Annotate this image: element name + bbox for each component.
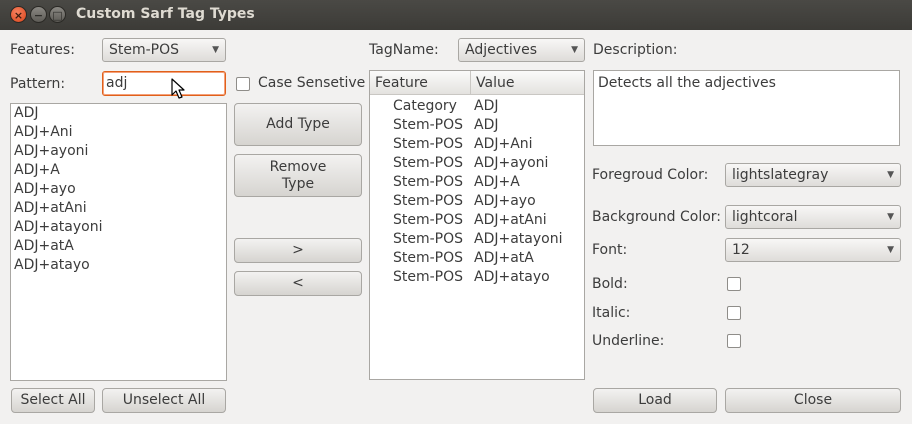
column-header-feature[interactable]: Feature [370,71,470,95]
table-cell-value: ADJ+atAni [474,212,547,228]
table-cell-feature: Category [393,98,457,114]
window-title: Custom Sarf Tag Types [76,6,255,22]
table-header: Feature Value [370,71,584,95]
move-right-button[interactable]: > [234,238,362,263]
table-row[interactable]: Stem-POS ADJ+atayo [370,268,584,287]
table-cell-value: ADJ+ayoni [474,155,549,171]
list-item[interactable]: ADJ+ayo [11,180,226,199]
remove-type-button[interactable]: Remove Type [234,154,362,197]
description-value: Detects all the adjectives [598,75,776,91]
foreground-color-label: Foregroud Color: [592,167,709,183]
bold-label: Bold: [592,276,628,292]
table-cell-feature: Stem-POS [393,136,464,152]
case-sensitive-checkbox[interactable] [236,77,250,91]
underline-checkbox[interactable] [727,334,741,348]
table-row[interactable]: Stem-POS ADJ+ayoni [370,154,584,173]
table-cell-feature: Stem-POS [393,193,464,209]
tagname-label: TagName: [369,42,439,58]
table-cell-value: ADJ+atayoni [474,231,563,247]
background-color-value: lightcoral [732,209,798,225]
close-button[interactable]: Close [725,388,901,413]
font-size-value: 12 [732,242,750,258]
font-label: Font: [592,242,628,258]
table-row[interactable]: Stem-POS ADJ+atayoni [370,230,584,249]
table-cell-feature: Stem-POS [393,231,464,247]
bold-checkbox[interactable] [727,277,741,291]
description-textarea[interactable]: Detects all the adjectives [593,70,900,146]
table-cell-feature: Stem-POS [393,174,464,190]
list-item[interactable]: ADJ+atA [11,237,226,256]
pattern-results-list[interactable]: ADJ ADJ+Ani ADJ+ayoni ADJ+A ADJ+ayo ADJ+… [10,103,227,381]
list-item[interactable]: ADJ+atAni [11,199,226,218]
italic-label: Italic: [592,305,631,321]
list-item[interactable]: ADJ+atayo [11,256,226,275]
features-dropdown-value: Stem-POS [109,42,180,58]
case-sensitive-label: Case Sensetive [258,75,366,91]
dialog-window: × − □ Custom Sarf Tag Types Features: St… [0,0,912,424]
table-row[interactable]: Category ADJ [370,97,584,116]
chevron-down-icon: ▼ [212,45,219,55]
table-cell-feature: Stem-POS [393,117,464,133]
table-row[interactable]: Stem-POS ADJ+ayo [370,192,584,211]
unselect-all-button[interactable]: Unselect All [102,388,226,413]
features-label: Features: [10,42,75,58]
table-cell-feature: Stem-POS [393,212,464,228]
chevron-down-icon: ▼ [887,212,894,222]
background-color-dropdown[interactable]: lightcoral ▼ [725,205,901,229]
table-row[interactable]: Stem-POS ADJ+Ani [370,135,584,154]
table-cell-value: ADJ+A [474,174,520,190]
font-size-dropdown[interactable]: 12 ▼ [725,238,901,262]
tagname-dropdown[interactable]: Adjectives ▼ [458,38,585,62]
features-dropdown[interactable]: Stem-POS ▼ [102,38,226,62]
list-item[interactable]: ADJ+A [11,161,226,180]
table-cell-value: ADJ [474,117,499,133]
background-color-label: Background Color: [592,209,721,225]
list-item[interactable]: ADJ [11,104,226,123]
close-window-icon[interactable]: × [10,6,27,23]
chevron-down-icon: ▼ [887,170,894,180]
maximize-window-icon[interactable]: □ [49,6,66,23]
column-header-value[interactable]: Value [470,71,584,95]
table-row[interactable]: Stem-POS ADJ+A [370,173,584,192]
chevron-down-icon: ▼ [571,45,578,55]
foreground-color-dropdown[interactable]: lightslategray ▼ [725,163,901,187]
title-bar: × − □ Custom Sarf Tag Types [0,0,912,30]
foreground-color-value: lightslategray [732,167,829,183]
table-cell-value: ADJ+ayo [474,193,536,209]
italic-checkbox[interactable] [727,306,741,320]
list-item[interactable]: ADJ+ayoni [11,142,226,161]
load-button[interactable]: Load [593,388,717,413]
table-row[interactable]: Stem-POS ADJ [370,116,584,135]
mouse-pointer-icon [171,78,185,99]
table-cell-feature: Stem-POS [393,250,464,266]
description-label: Description: [593,42,678,58]
tagname-dropdown-value: Adjectives [465,42,537,58]
minimize-window-icon[interactable]: − [30,6,47,23]
pattern-input[interactable]: adj [102,71,226,96]
chevron-down-icon: ▼ [887,245,894,255]
table-cell-value: ADJ+atA [474,250,534,266]
list-item[interactable]: ADJ+Ani [11,123,226,142]
pattern-input-value: adj [106,75,128,91]
tag-features-table[interactable]: Feature Value Category ADJ Stem-POS ADJ St… [369,70,585,380]
table-cell-value: ADJ [474,98,499,114]
table-cell-feature: Stem-POS [393,269,464,285]
pattern-label: Pattern: [10,76,66,92]
underline-label: Underline: [592,333,665,349]
move-left-button[interactable]: < [234,271,362,296]
table-row[interactable]: Stem-POS ADJ+atA [370,249,584,268]
table-row[interactable]: Stem-POS ADJ+atAni [370,211,584,230]
table-cell-feature: Stem-POS [393,155,464,171]
select-all-button[interactable]: Select All [11,388,95,413]
table-cell-value: ADJ+atayo [474,269,550,285]
add-type-button[interactable]: Add Type [234,103,362,146]
table-cell-value: ADJ+Ani [474,136,533,152]
list-item[interactable]: ADJ+atayoni [11,218,226,237]
